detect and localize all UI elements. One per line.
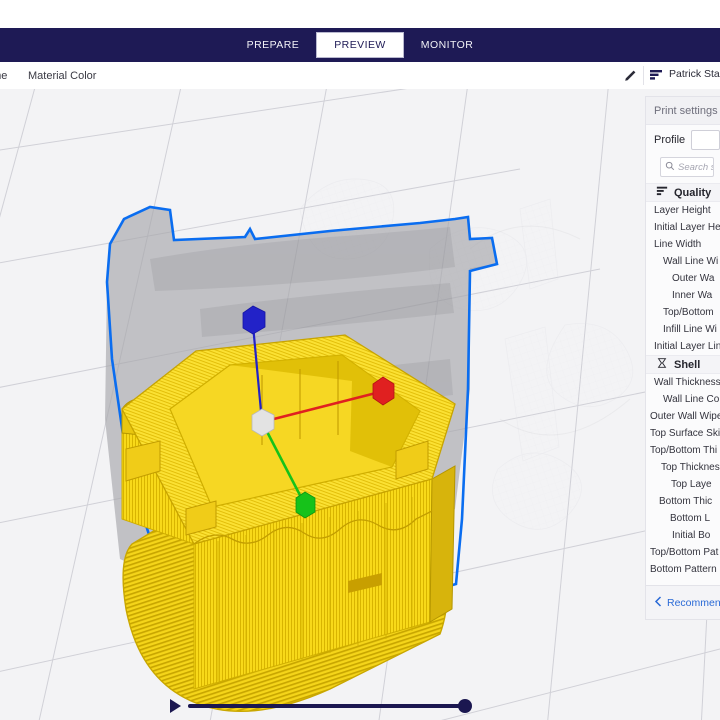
3d-viewport[interactable] (0, 89, 720, 720)
setting-top-bottom-pattern[interactable]: Top/Bottom Pat (646, 544, 720, 561)
setting-wall-thickness[interactable]: Wall Thickness (646, 374, 720, 391)
toolbar-divider (643, 66, 644, 85)
setting-label: Layer Height (654, 205, 711, 216)
setting-wall-line-count[interactable]: Wall Line Co (646, 391, 720, 408)
category-shell-label: Shell (674, 358, 701, 371)
setting-label: Inner Wa (672, 290, 713, 301)
chevron-left-icon (654, 595, 663, 610)
setting-layer-height[interactable]: Layer Height (646, 202, 720, 219)
tab-preview[interactable]: PREVIEW (316, 32, 404, 58)
setting-bottom-pattern[interactable]: Bottom Pattern (646, 561, 720, 578)
setting-outer-wall-wipe-distance[interactable]: Outer Wall Wipe (646, 408, 720, 425)
gizmo-handle-y (295, 491, 316, 519)
setting-inner-wall-line-width[interactable]: Inner Wa (646, 287, 720, 304)
setting-initial-layer-height[interactable]: Initial Layer Hei (646, 219, 720, 236)
profile-row: Profile (646, 125, 720, 155)
setting-label: Initial Bo (672, 530, 711, 541)
setting-label: Top/Bottom (663, 307, 714, 318)
layer-slider[interactable] (188, 699, 472, 713)
print-settings-footer: Recommend (646, 585, 720, 619)
setting-initial-layer-line-width[interactable]: Initial Layer Lin (646, 338, 720, 355)
3d-scene (0, 89, 720, 720)
setting-label: Initial Layer Lin (654, 341, 720, 352)
print-settings-icon[interactable] (648, 67, 664, 83)
setting-top-layers[interactable]: Top Laye (646, 476, 720, 493)
setting-top-thickness[interactable]: Top Thicknes (646, 459, 720, 476)
setting-label: Bottom L (670, 513, 711, 524)
cura-window: PREPARE PREVIEW MONITOR eme Material Col… (0, 0, 720, 720)
preview-playback-bar (170, 696, 472, 716)
setting-bottom-thickness[interactable]: Bottom Thic (646, 493, 720, 510)
search-row: Search settings (646, 155, 720, 183)
category-shell[interactable]: Shell (646, 355, 720, 374)
color-scheme-value[interactable]: Material Color (28, 70, 96, 82)
window-chrome-strip (0, 0, 720, 28)
setting-label: Bottom Pattern (650, 564, 717, 575)
setting-label: Top Surface Ski (650, 428, 720, 439)
pencil-icon[interactable] (622, 68, 638, 84)
stage-menu-bar: PREPARE PREVIEW MONITOR (0, 28, 720, 62)
shell-icon (656, 356, 668, 374)
setting-label: Top/Bottom Thi (650, 445, 718, 456)
tab-monitor[interactable]: MONITOR (404, 33, 491, 57)
tab-prepare[interactable]: PREPARE (230, 33, 317, 57)
print-settings-title: Print settings (646, 97, 720, 125)
setting-infill-line-width[interactable]: Infill Line Wi (646, 321, 720, 338)
view-options-bar: eme Material Color Patrick Stand (0, 62, 720, 89)
setting-wall-line-width[interactable]: Wall Line Wi (646, 253, 720, 270)
setting-initial-bottom-layers[interactable]: Initial Bo (646, 527, 720, 544)
layer-slider-track[interactable] (188, 704, 470, 708)
setting-label: Top/Bottom Pat (650, 547, 719, 558)
color-scheme-label: eme (0, 69, 8, 82)
setting-label: Wall Line Wi (663, 256, 719, 267)
setting-outer-wall-line-width[interactable]: Outer Wa (646, 270, 720, 287)
setting-top-bottom-thickness[interactable]: Top/Bottom Thi (646, 442, 720, 459)
setting-label: Outer Wall Wipe (650, 411, 720, 422)
recommended-mode-button[interactable]: Recommend (654, 592, 720, 614)
profile-label: Profile (654, 134, 686, 146)
setting-top-bottom-line-width[interactable]: Top/Bottom (646, 304, 720, 321)
quality-icon (656, 184, 668, 202)
account-name[interactable]: Patrick Stand (669, 68, 720, 80)
settings-list[interactable]: Quality Layer Height Initial Layer Hei L… (646, 183, 720, 582)
setting-line-width[interactable]: Line Width (646, 236, 720, 253)
layer-slider-handle[interactable] (458, 699, 472, 713)
setting-label: Top Laye (671, 479, 712, 490)
recommended-mode-label: Recommend (667, 596, 720, 609)
profile-dropdown[interactable] (691, 130, 720, 150)
search-icon (665, 158, 675, 176)
search-input[interactable]: Search settings (660, 157, 714, 177)
stage-tabs: PREPARE PREVIEW MONITOR (230, 32, 491, 58)
search-placeholder: Search settings (678, 161, 713, 173)
category-quality-label: Quality (674, 186, 712, 199)
setting-label: Bottom Thic (659, 496, 713, 507)
setting-label: Line Width (654, 239, 702, 250)
setting-label: Top Thicknes (661, 462, 720, 473)
setting-top-surface-skin-layers[interactable]: Top Surface Ski (646, 425, 720, 442)
setting-label: Initial Layer Hei (654, 222, 720, 233)
setting-label: Outer Wa (672, 273, 715, 284)
setting-label: Wall Line Co (663, 394, 720, 405)
setting-bottom-layers[interactable]: Bottom L (646, 510, 720, 527)
category-quality[interactable]: Quality (646, 183, 720, 202)
setting-label: Wall Thickness (654, 377, 720, 388)
print-settings-panel: Print settings Profile Search settings (645, 96, 720, 620)
play-icon[interactable] (170, 699, 181, 713)
setting-label: Infill Line Wi (663, 324, 717, 335)
